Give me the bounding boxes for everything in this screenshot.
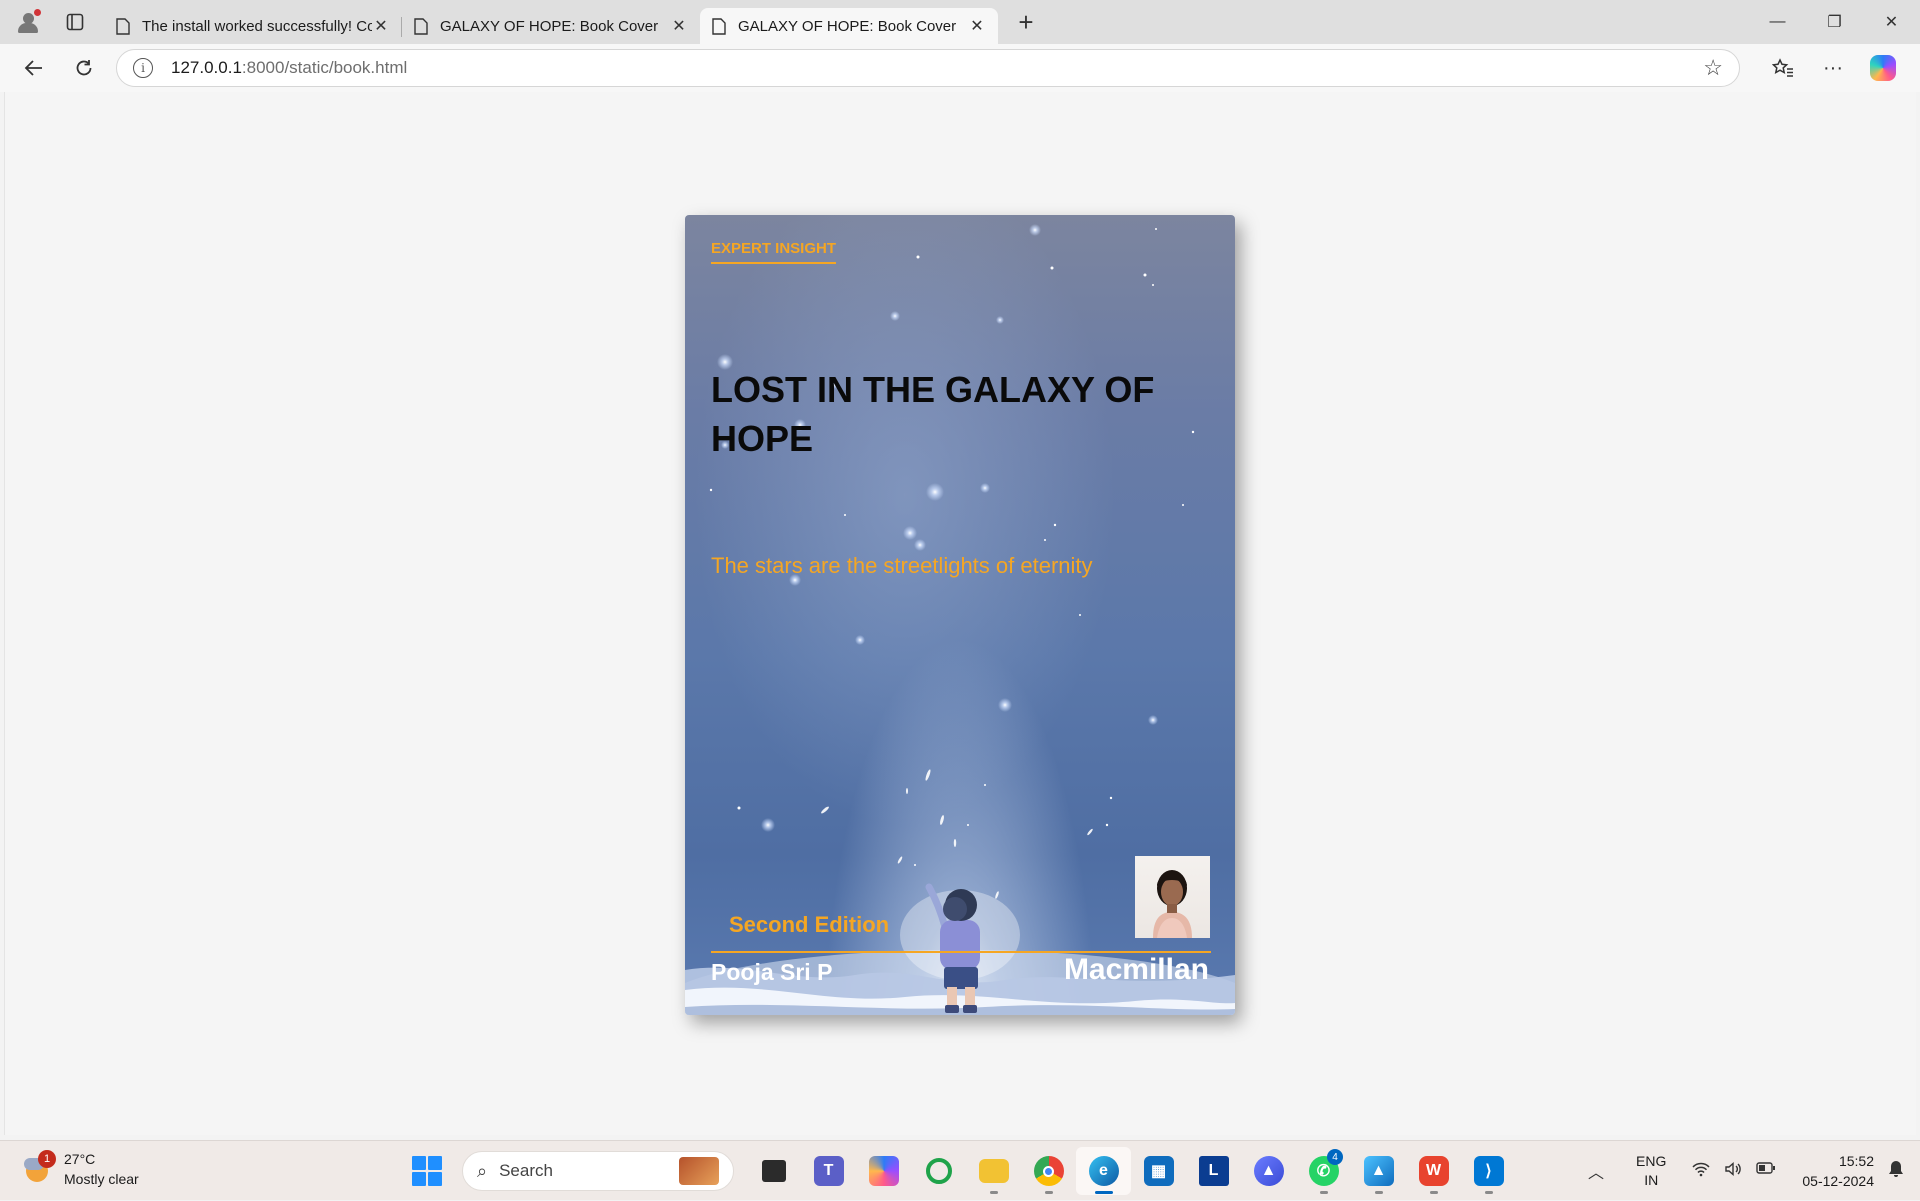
weather-widget[interactable]: 1 27°C Mostly clear — [24, 1149, 139, 1189]
tab-actions-icon[interactable] — [60, 7, 90, 37]
tab-install-worked[interactable]: The install worked successfully! Co ✕ — [104, 8, 402, 44]
edge-icon[interactable]: e — [1076, 1147, 1131, 1195]
minimize-button[interactable]: — — [1749, 0, 1806, 44]
chrome-icon[interactable] — [1021, 1147, 1076, 1195]
tab-title: GALAXY OF HOPE: Book Cover — [738, 17, 957, 35]
reload-button[interactable] — [64, 48, 104, 88]
whatsapp-icon[interactable]: ✆ 4 — [1296, 1147, 1351, 1195]
photos-icon[interactable]: ▲ — [1351, 1147, 1406, 1195]
file-explorer-icon[interactable] — [966, 1147, 1021, 1195]
teams-icon[interactable]: T — [801, 1147, 856, 1195]
wifi-icon[interactable] — [1692, 1161, 1710, 1182]
store-icon[interactable]: ▦ — [1131, 1147, 1186, 1195]
search-label: Search — [499, 1161, 553, 1180]
tab-galaxy-of-hope-active[interactable]: GALAXY OF HOPE: Book Cover ✕ — [700, 8, 998, 44]
volume-icon[interactable] — [1724, 1161, 1742, 1182]
search-highlight-icon — [679, 1157, 719, 1185]
book-title: LOST IN THE GALAXY OF HOPE — [711, 369, 1155, 459]
book-tagline: The stars are the streetlights of eterni… — [711, 553, 1093, 578]
weather-temperature: 27°C — [64, 1151, 96, 1167]
browser-toolbar: i 127.0.0.1:8000/static/book.html ☆ ··· — [0, 44, 1920, 92]
page-icon — [414, 17, 428, 35]
favorite-star-icon[interactable]: ☆ — [1703, 55, 1723, 81]
author-photo — [1135, 856, 1210, 938]
copilot-app-icon[interactable] — [856, 1147, 911, 1195]
show-hidden-icons-chevron-icon[interactable]: ︿ — [1588, 1159, 1604, 1183]
refresh-app-icon[interactable] — [911, 1147, 966, 1195]
wps-office-icon[interactable]: W — [1406, 1147, 1461, 1195]
series-label: EXPERT INSIGHT — [711, 240, 837, 264]
whatsapp-badge: 4 — [1327, 1149, 1343, 1165]
tab-galaxy-of-hope[interactable]: GALAXY OF HOPE: Book Cover ✕ — [402, 8, 700, 44]
address-bar[interactable]: i 127.0.0.1:8000/static/book.html ☆ — [116, 49, 1740, 87]
profile-icon[interactable] — [14, 8, 42, 36]
publisher-name: Macmillan — [1063, 953, 1209, 986]
close-tab-icon[interactable]: ✕ — [968, 16, 986, 36]
search-icon: ⌕ — [477, 1160, 488, 1181]
tab-title: GALAXY OF HOPE: Book Cover — [440, 17, 659, 35]
taskbar-clock[interactable]: 15:52 05-12-2024 — [1802, 1151, 1874, 1191]
browser-tab-bar: The install worked successfully! Co ✕ GA… — [0, 0, 1920, 44]
close-tab-icon[interactable]: ✕ — [670, 16, 688, 36]
battery-icon[interactable] — [1756, 1161, 1776, 1182]
l-app-icon[interactable]: L — [1186, 1147, 1241, 1195]
site-info-icon[interactable]: i — [133, 58, 153, 78]
copilot-studio-icon[interactable]: ▲ — [1241, 1147, 1296, 1195]
notifications-bell-icon[interactable] — [1888, 1160, 1904, 1183]
back-button[interactable] — [14, 48, 54, 88]
more-options-icon[interactable]: ··· — [1808, 48, 1858, 88]
copilot-icon[interactable] — [1858, 48, 1908, 88]
task-view-icon[interactable] — [746, 1147, 801, 1195]
book-cover: EXPERT INSIGHT LOST IN THE GALAXY OF HOP… — [685, 215, 1235, 1015]
system-tray-icons[interactable] — [1692, 1161, 1776, 1182]
favorites-icon[interactable] — [1758, 48, 1808, 88]
weather-moon-icon: 1 — [24, 1150, 56, 1184]
restore-button[interactable]: ❐ — [1806, 0, 1863, 44]
edition-label: Second Edition — [729, 912, 890, 937]
start-windows-icon[interactable] — [412, 1156, 442, 1186]
input-language-indicator[interactable]: ENG IN — [1636, 1152, 1666, 1190]
clock-date: 05-12-2024 — [1802, 1173, 1874, 1189]
weather-badge: 1 — [38, 1150, 56, 1168]
author-name: Pooja Sri P — [711, 959, 833, 985]
vscode-icon[interactable]: ⟩ — [1461, 1147, 1516, 1195]
url-text[interactable]: 127.0.0.1:8000/static/book.html — [171, 58, 1703, 78]
close-window-button[interactable]: ✕ — [1863, 0, 1920, 44]
tab-title: The install worked successfully! Co — [142, 17, 372, 35]
page-icon — [116, 17, 130, 35]
page-icon — [712, 17, 726, 35]
windows-taskbar: 1 27°C Mostly clear ⌕ Search T e ▦ L ▲ ✆… — [0, 1140, 1920, 1200]
close-tab-icon[interactable]: ✕ — [372, 16, 390, 36]
weather-description: Mostly clear — [64, 1171, 139, 1187]
new-tab-button[interactable]: + — [1008, 4, 1044, 40]
taskbar-search-box[interactable]: ⌕ Search — [462, 1151, 734, 1191]
clock-time: 15:52 — [1838, 1153, 1874, 1169]
